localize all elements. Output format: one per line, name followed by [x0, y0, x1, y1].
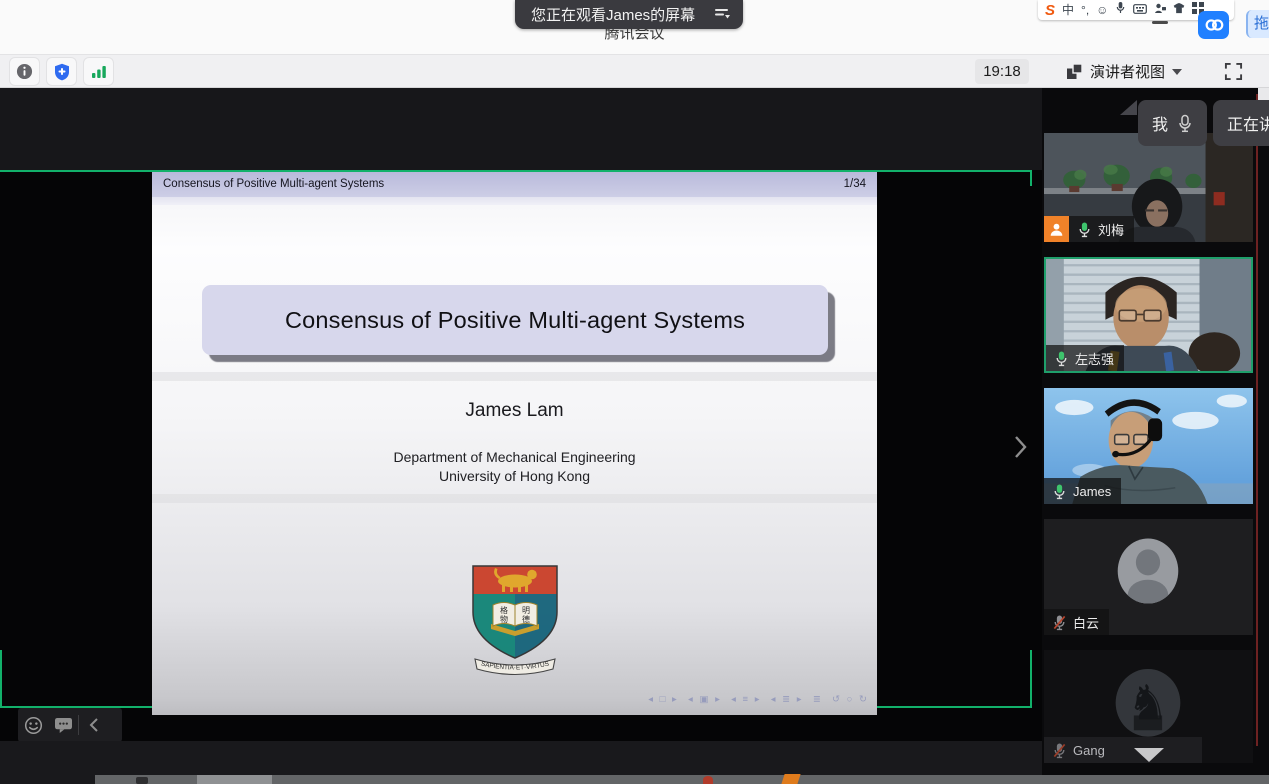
now-speaking-label: 正在讲 — [1227, 111, 1269, 135]
speaking-status-panel: 我 正在讲 — [1138, 100, 1269, 146]
chat-button[interactable] — [48, 708, 78, 741]
slide-header-bar: Consensus of Positive Multi-agent System… — [152, 172, 877, 197]
mic-muted-icon — [1052, 614, 1067, 631]
participant-name: James — [1073, 484, 1111, 499]
info-icon — [16, 63, 33, 80]
capture-border-topright — [1030, 170, 1032, 186]
participant-tile-liumei[interactable]: 刘梅 — [1044, 133, 1253, 242]
participant-tile-baiyun[interactable]: 白云 — [1044, 519, 1253, 635]
tencent-meeting-window: 腾讯会议 S 中 °, ☺ 拖 19:18 — [0, 0, 1269, 784]
chevron-down-icon — [1172, 69, 1182, 75]
tencent-meeting-logo-icon[interactable] — [1198, 11, 1229, 39]
slide-page-number: 1/34 — [844, 172, 866, 197]
beamer-nav-symbols: ◂ □ ▸ ◂ ▣ ▸ ◂ ≡ ▸ ◂ ≣ ▸ ≣ ↺ ○ ↻ — [648, 694, 869, 705]
participant-name: Gang — [1073, 743, 1105, 758]
participant-name: 刘梅 — [1098, 220, 1124, 239]
ime-keyboard-icon[interactable] — [1133, 1, 1147, 19]
emoji-reaction-button[interactable] — [18, 708, 48, 741]
slide-title-block: Consensus of Positive Multi-agent System… — [202, 285, 828, 355]
taskbar-item — [136, 777, 148, 784]
svg-text:物: 物 — [500, 614, 508, 624]
participant-role-badge — [1044, 216, 1069, 242]
background-window-edge-red — [1256, 94, 1258, 746]
my-audio-status: 我 — [1138, 100, 1207, 146]
slide-header-title: Consensus of Positive Multi-agent System… — [163, 172, 384, 197]
scroll-more-participants-arrow[interactable] — [1134, 748, 1164, 762]
ime-emoji-icon[interactable]: ☺ — [1096, 4, 1108, 16]
slide-university: University of Hong Kong — [152, 468, 877, 484]
banner-menu-button[interactable] — [709, 4, 735, 25]
meeting-duration: 19:18 — [975, 59, 1029, 84]
ime-chinese-mode[interactable]: 中 — [1062, 4, 1074, 16]
mic-on-icon — [1054, 350, 1069, 367]
drag-hint-tab[interactable]: 拖 — [1246, 10, 1269, 38]
fullscreen-icon — [1224, 62, 1243, 81]
signal-bars-icon — [91, 64, 107, 79]
participant-name: 左志强 — [1075, 349, 1114, 368]
meeting-toolbar: 19:18 演讲者视图 — [0, 55, 1269, 88]
ime-punctuation-mode[interactable]: °, — [1081, 4, 1089, 16]
network-signal-button[interactable] — [83, 57, 114, 86]
participant-tile-james[interactable]: James — [1044, 388, 1253, 504]
slide-header-substrip — [152, 197, 877, 205]
participant-tile-zuozhiqiang[interactable]: 左志强 — [1044, 257, 1253, 373]
capture-border-right — [1030, 650, 1032, 708]
svg-text:明: 明 — [522, 606, 530, 615]
shield-plus-icon — [54, 63, 70, 81]
fullscreen-button[interactable] — [1218, 57, 1248, 86]
screen-watch-text: 您正在观看James的屏幕 — [531, 4, 695, 25]
meeting-info-button[interactable] — [9, 57, 40, 86]
video-artifact-band — [152, 372, 877, 381]
capture-border-left — [0, 650, 2, 708]
sogou-logo-icon[interactable]: S — [1045, 3, 1055, 18]
slide-department: Department of Mechanical Engineering — [152, 449, 877, 465]
presentation-slide: Consensus of Positive Multi-agent System… — [152, 172, 877, 715]
stage-top-strip — [0, 88, 1042, 170]
participants-sidebar: 刘梅 — [1042, 88, 1269, 775]
participant-tile-gang[interactable]: ♞ Gang — [1044, 650, 1253, 763]
collapse-left-button[interactable] — [79, 708, 109, 741]
taskbar-item — [703, 776, 713, 784]
person-icon — [1049, 222, 1064, 237]
layout-icon — [1066, 63, 1083, 80]
me-label: 我 — [1152, 111, 1168, 135]
panel-collapse-handle[interactable] — [1120, 100, 1137, 115]
reaction-chat-bar — [18, 708, 122, 741]
sidebar-collapse-chevron[interactable] — [1008, 432, 1032, 462]
mic-muted-icon — [1052, 742, 1067, 759]
svg-text:格: 格 — [500, 605, 508, 615]
screen-watch-banner[interactable]: 您正在观看James的屏幕 — [515, 0, 743, 29]
mic-on-icon — [1077, 221, 1092, 238]
ime-user-card-icon[interactable] — [1154, 1, 1166, 19]
slide-title: Consensus of Positive Multi-agent System… — [285, 307, 745, 334]
hku-crest: 格 物 明 德 SAPIENTIA·ET·VIRTUS — [463, 560, 567, 685]
meeting-security-button[interactable] — [46, 57, 77, 86]
mic-outline-icon — [1177, 114, 1193, 133]
ime-skin-icon[interactable] — [1173, 1, 1185, 19]
shared-screen-stage: Consensus of Positive Multi-agent System… — [0, 88, 1042, 741]
ime-mic-icon[interactable] — [1115, 1, 1126, 19]
now-speaking-status: 正在讲 — [1213, 100, 1269, 146]
slide-author: James Lam — [152, 400, 877, 422]
view-mode-button[interactable]: 演讲者视图 — [1058, 57, 1190, 86]
minimize-icon[interactable] — [1152, 21, 1168, 24]
taskbar-item — [781, 774, 800, 784]
mic-on-icon — [1052, 483, 1067, 500]
view-mode-label: 演讲者视图 — [1090, 61, 1165, 82]
video-artifact-band — [152, 494, 877, 503]
taskbar-item — [197, 775, 272, 784]
participant-name: 白云 — [1073, 613, 1099, 632]
svg-text:德: 德 — [522, 614, 530, 624]
